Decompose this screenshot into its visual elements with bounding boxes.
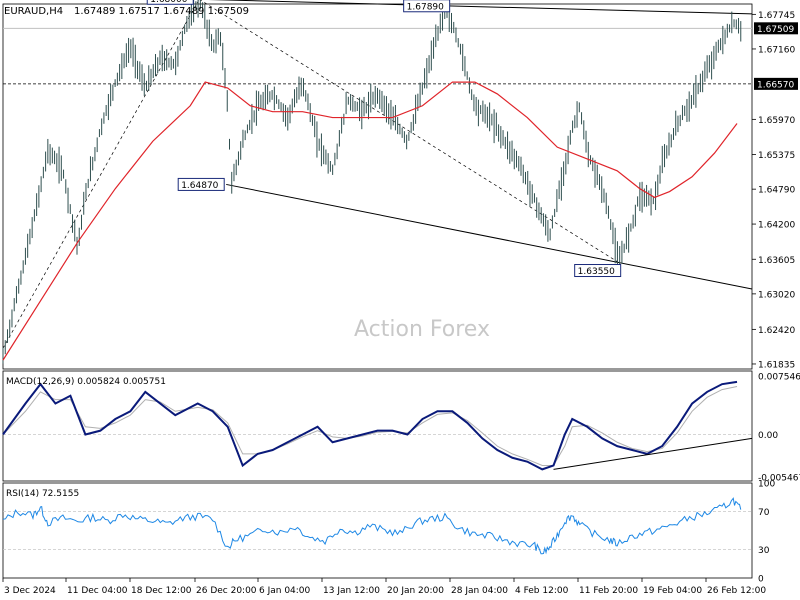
macd-y-label-0: 0.007546 <box>758 373 800 383</box>
rsi-label: RSI(14) 72.5155 <box>6 489 79 499</box>
watermark-text: Action Forex <box>354 317 490 342</box>
rsi-y-label-1: 70 <box>758 508 770 518</box>
x-tick-label-1: 11 Dec 04:00 <box>67 586 128 596</box>
x-tick-label-10: 19 Feb 04:00 <box>643 586 702 596</box>
y-tick-label-11: 1.61835 <box>758 360 795 370</box>
x-tick-label-9: 11 Feb 20:00 <box>579 586 638 596</box>
x-tick-label-11: 26 Feb 12:00 <box>707 586 766 596</box>
x-tick-label-8: 4 Feb 12:00 <box>515 586 569 596</box>
callout-label-3: 1.63550 <box>578 267 615 277</box>
y-tick-label-2: 1.67160 <box>758 45 795 55</box>
y-tick-label-9: 1.63020 <box>758 290 795 300</box>
macd-y-label-1: 0.00 <box>758 431 778 441</box>
x-tick-label-3: 26 Dec 20:00 <box>196 586 257 596</box>
x-tick-label-6: 20 Jan 20:00 <box>387 586 444 596</box>
y-tick-label-8: 1.63605 <box>758 256 795 266</box>
x-tick-label-7: 28 Jan 04:00 <box>451 586 508 596</box>
chart-background <box>0 0 800 600</box>
y-tick-label-0: 1.67745 <box>758 11 795 21</box>
rsi-y-label-2: 30 <box>758 546 770 556</box>
y-tick-label-6: 1.64790 <box>758 186 795 196</box>
macd-label: MACD(12,26,9) 0.005824 0.005751 <box>6 377 166 387</box>
callout-label-2: 1.64870 <box>181 181 218 191</box>
x-tick-label-2: 18 Dec 12:00 <box>131 586 192 596</box>
y-tick-label-7: 1.64200 <box>758 221 795 231</box>
ohlc-readout: 1.67489 1.67517 1.67489 1.67509 <box>74 6 249 17</box>
x-tick-label-4: 6 Jan 04:00 <box>259 586 311 596</box>
rsi-y-label-3: 0 <box>758 575 764 585</box>
price-tag-1: 1.67509 <box>757 25 794 35</box>
y-tick-label-4: 1.65970 <box>758 116 795 126</box>
euraud-h4-chart: 1.67745 1.67509 1.67160 1.66570 1.65970 1.653… <box>0 0 800 600</box>
chart-title: EURAUD,H4 <box>4 6 63 17</box>
rsi-y-label-0: 100 <box>758 480 775 490</box>
x-tick-label-5: 13 Jan 12:00 <box>323 586 380 596</box>
y-tick-label-5: 1.65375 <box>758 151 795 161</box>
price-tag-3: 1.66570 <box>757 80 794 90</box>
x-tick-label-0: 3 Dec 2024 <box>4 586 56 596</box>
y-tick-label-10: 1.62420 <box>758 326 795 336</box>
callout-label-0: 1.68000 <box>150 0 187 5</box>
callout-label-1: 1.67890 <box>407 2 444 12</box>
